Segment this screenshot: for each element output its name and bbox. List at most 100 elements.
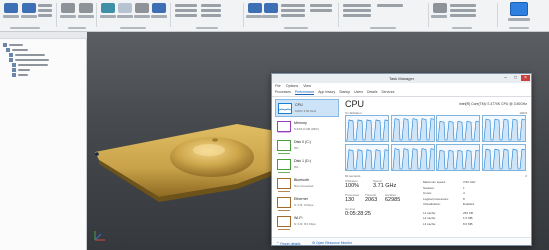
ribbon-small-tool[interactable]: [450, 9, 476, 12]
open-resource-monitor-label: Open Resource Monitor: [316, 241, 352, 245]
spec-value: 256 KB: [463, 210, 473, 215]
cpu-usage-area: [482, 148, 525, 170]
select-tool-icon[interactable]: [510, 2, 528, 16]
tree-item-label: [12, 48, 28, 51]
cpu-usage-area: [346, 149, 388, 170]
ribbon-small-tool[interactable]: [201, 4, 221, 7]
tab-users[interactable]: Users: [354, 90, 363, 95]
ribbon-group-separator: [170, 3, 171, 27]
tree-item-label: [15, 58, 49, 61]
spec-key: L3 cache:: [423, 221, 437, 226]
ribbon-small-tool[interactable]: [175, 9, 197, 12]
ribbon-tool-label: [246, 15, 262, 18]
minimize-button[interactable]: –: [501, 75, 510, 81]
ribbon-small-tool[interactable]: [38, 4, 52, 7]
logical-processor-graph: [390, 144, 435, 171]
menu-options[interactable]: Options: [286, 84, 298, 89]
ribbon-tool-icon[interactable]: [61, 3, 75, 13]
tab-services[interactable]: Services: [381, 90, 394, 95]
ribbon-small-tool[interactable]: [281, 9, 305, 12]
perf-item-disk-0-c[interactable]: Disk 0 (C:) 0%: [275, 137, 339, 155]
cpu-usage-area: [437, 149, 479, 170]
spec-value: 4: [463, 191, 465, 195]
perf-item-cpu[interactable]: CPU 100% 3.50 GHz: [275, 99, 339, 117]
ribbon-small-tool[interactable]: [175, 14, 197, 17]
cpu-spec-row: Logical processors: 8: [423, 196, 465, 201]
perf-item-bluetooth[interactable]: Bluetooth Not connected: [275, 175, 339, 193]
ribbon-small-tool[interactable]: [38, 14, 52, 17]
feature-icon: [12, 67, 16, 72]
ribbon-tool-label: [431, 15, 447, 18]
ribbon-tool-icon[interactable]: [22, 3, 36, 13]
tab-details[interactable]: Details: [367, 90, 377, 95]
perf-item-name: Bluetooth: [294, 178, 310, 182]
tab-startup[interactable]: Startup: [339, 90, 350, 95]
ribbon-group-separator: [428, 3, 429, 27]
cpu-model: Intel(R) Core(TM) i7-4770K CPU @ 3.50GHz: [459, 102, 527, 106]
tree-item-label: [18, 73, 28, 76]
divider: [272, 96, 531, 97]
ribbon-tool-icon[interactable]: [101, 3, 115, 13]
tab-performance[interactable]: Performance: [294, 90, 315, 95]
maximize-button[interactable]: □: [511, 75, 520, 81]
tab-bar: Processes Performance App history Startu…: [275, 90, 394, 95]
ribbon-small-tool[interactable]: [343, 9, 371, 12]
ribbon-small-tool[interactable]: [310, 4, 332, 7]
perf-item-detail: 0%: [294, 146, 299, 150]
tab-processes[interactable]: Processes: [275, 90, 291, 95]
ribbon-small-tool[interactable]: [281, 4, 305, 7]
logical-processor-graph: [436, 144, 480, 171]
ribbon-tool-icon[interactable]: [248, 3, 262, 13]
stat-value: 100%: [345, 183, 360, 189]
ribbon-tool-icon[interactable]: [433, 3, 447, 13]
perf-item-name: Ethernet: [294, 197, 308, 201]
perf-thumbnail-graph: [277, 140, 291, 154]
cpu-spec-row: Virtualization: Enabled: [423, 202, 474, 206]
ribbon-tool-icon[interactable]: [152, 3, 166, 13]
tab-app-history[interactable]: App history: [318, 90, 335, 95]
ribbon-small-tool[interactable]: [310, 9, 332, 12]
ribbon-small-tool[interactable]: [377, 4, 403, 7]
fewer-details-link[interactable]: ⌃ Fewer details: [276, 241, 300, 245]
ribbon-tool-icon[interactable]: [264, 3, 278, 13]
ribbon-small-tool[interactable]: [343, 4, 371, 7]
ribbon-group-separator: [96, 3, 97, 27]
sketch-icon: [9, 52, 13, 57]
perf-item-memory[interactable]: Memory 5.2/15.9 GB (33%): [275, 118, 339, 136]
feature-icon: [9, 57, 13, 62]
spec-value: 8: [463, 196, 465, 201]
perf-item-disk-1-d[interactable]: Disk 1 (D:) 0%: [275, 156, 339, 174]
menu-bar: File Options View: [275, 84, 311, 89]
dome-highlight: [193, 144, 225, 156]
tree-item[interactable]: [12, 72, 28, 77]
cpu-usage-area: [346, 119, 388, 141]
menu-view[interactable]: View: [303, 84, 311, 89]
ribbon-small-tool[interactable]: [450, 4, 476, 7]
ribbon-small-tool[interactable]: [38, 9, 52, 12]
ribbon-small-tool[interactable]: [281, 14, 305, 17]
tree-item-label: [18, 63, 48, 66]
ribbon-tool-icon[interactable]: [135, 3, 149, 13]
ribbon-tool-icon[interactable]: [118, 3, 132, 13]
perf-item-wi-fi[interactable]: Wi-Fi S: 0 R: 8.0 Kbps: [275, 213, 339, 231]
spec-key: Logical processors:: [423, 196, 449, 201]
close-button[interactable]: ×: [521, 75, 530, 81]
spec-key: L1 cache:: [423, 210, 437, 215]
open-resource-monitor-link[interactable]: ⚙ Open Resource Monitor: [312, 241, 352, 245]
ribbon-small-tool[interactable]: [175, 4, 197, 7]
perf-item-ethernet[interactable]: Ethernet S: 0 R: 0 Kbps: [275, 194, 339, 212]
menu-file[interactable]: File: [275, 84, 281, 89]
task-manager-window[interactable]: Task Manager – □ × File Options View Pro…: [271, 73, 532, 246]
logical-processor-graph: [390, 115, 435, 142]
ribbon-tool-icon[interactable]: [4, 3, 18, 13]
ribbon-tool-icon[interactable]: [79, 3, 93, 13]
ribbon-small-tool[interactable]: [201, 14, 221, 17]
window-title: Task Manager: [272, 74, 531, 83]
cpu-spec-row: L3 cache: 8.0 MB: [423, 221, 473, 226]
ribbon-small-tool[interactable]: [450, 14, 476, 17]
ribbon-tool-label: [134, 15, 150, 18]
perf-item-name: Disk 0 (C:): [294, 140, 311, 144]
ribbon-small-tool[interactable]: [201, 9, 221, 12]
ribbon-small-tool[interactable]: [343, 14, 371, 17]
spec-key: Maximum speed:: [423, 180, 446, 184]
